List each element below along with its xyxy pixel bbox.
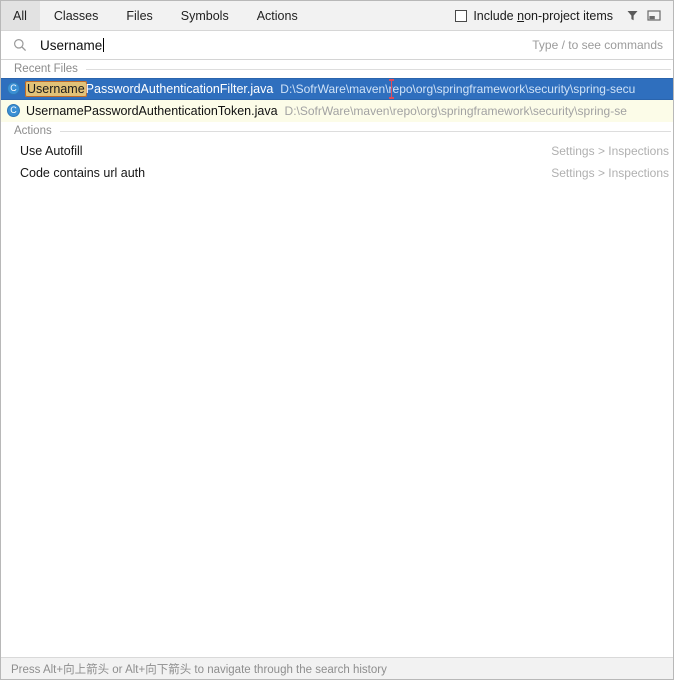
checkbox-box-icon [455, 9, 468, 22]
filter-button[interactable] [621, 1, 643, 30]
result-row-1[interactable]: C UsernamePasswordAuthenticationToken.ja… [1, 100, 673, 122]
group-header-recent-files: Recent Files [1, 60, 673, 78]
toggle-preview-button[interactable] [643, 1, 665, 30]
class-icon-letter: C [7, 104, 20, 117]
match-highlight: Username [25, 81, 87, 97]
action-row-0[interactable]: Use Autofill Settings > Inspections [1, 140, 673, 162]
search-scope-tabbar: All Classes Files Symbols Actions Includ… [1, 1, 673, 31]
funnel-filter-icon [627, 11, 637, 21]
action-row-1-location: Settings > Inspections [551, 166, 669, 180]
action-row-0-location: Settings > Inspections [551, 144, 669, 158]
action-row-0-label: Use Autofill [20, 144, 83, 158]
tab-files-label: Files [126, 8, 153, 23]
group-header-actions: Actions [1, 122, 673, 140]
java-class-icon: C [6, 103, 22, 119]
tabbar-spacer [312, 1, 456, 30]
results-list: Recent Files C UsernamePasswordAuthentic… [1, 60, 673, 657]
search-input[interactable]: Username [40, 38, 102, 53]
include-non-project-items-checkbox[interactable]: Include non-project items [455, 1, 621, 30]
group-title-actions: Actions [14, 125, 52, 137]
search-icon-wrap [13, 38, 31, 52]
tab-classes[interactable]: Classes [40, 1, 112, 30]
result-row-0-name: UsernamePasswordAuthenticationFilter.jav… [25, 81, 274, 97]
search-icon [14, 39, 27, 52]
result-row-0-name-rest: PasswordAuthenticationFilter.java [85, 82, 274, 96]
tab-actions-label: Actions [256, 8, 298, 23]
include-label-after: on-project items [524, 8, 613, 23]
status-bar: Press Alt+向上箭头 or Alt+向下箭头 to navigate t… [1, 657, 673, 679]
group-title-recent-files: Recent Files [14, 63, 78, 75]
include-label-before: Include [473, 8, 518, 23]
java-class-icon: C [6, 81, 22, 97]
result-row-1-name: UsernamePasswordAuthenticationToken.java [26, 104, 278, 118]
text-caret [103, 38, 105, 52]
tab-symbols-label: Symbols [180, 8, 229, 23]
text-position-marker [389, 79, 394, 99]
search-row[interactable]: Username Type / to see commands [1, 31, 673, 60]
search-everywhere-dialog: All Classes Files Symbols Actions Includ… [0, 0, 674, 680]
tab-symbols[interactable]: Symbols [167, 1, 243, 30]
group-divider [59, 130, 671, 132]
action-row-1-label: Code contains url auth [20, 166, 146, 180]
tab-all-label: All [13, 8, 27, 23]
result-row-0[interactable]: C UsernamePasswordAuthenticationFilter.j… [1, 78, 673, 100]
group-divider [85, 68, 671, 70]
tab-all[interactable]: All [1, 1, 40, 30]
search-input-wrap[interactable]: Username [31, 38, 522, 53]
include-non-project-items-label: Include non-project items [473, 9, 613, 23]
class-icon-letter: C [7, 82, 20, 95]
status-hint-text: Press Alt+向上箭头 or Alt+向下箭头 to navigate t… [11, 663, 387, 676]
result-row-1-path: D:\SofrWare\maven\repo\org\springframewo… [284, 104, 627, 118]
toggle-preview-panel-icon [647, 10, 661, 21]
action-row-1[interactable]: Code contains url auth Settings > Inspec… [1, 162, 673, 184]
commands-hint: Type / to see commands [532, 38, 663, 52]
tab-classes-label: Classes [53, 8, 99, 23]
tab-actions[interactable]: Actions [243, 1, 312, 30]
tab-files[interactable]: Files [112, 1, 166, 30]
result-row-0-path: D:\SofrWare\maven\repo\org\springframewo… [280, 82, 636, 96]
